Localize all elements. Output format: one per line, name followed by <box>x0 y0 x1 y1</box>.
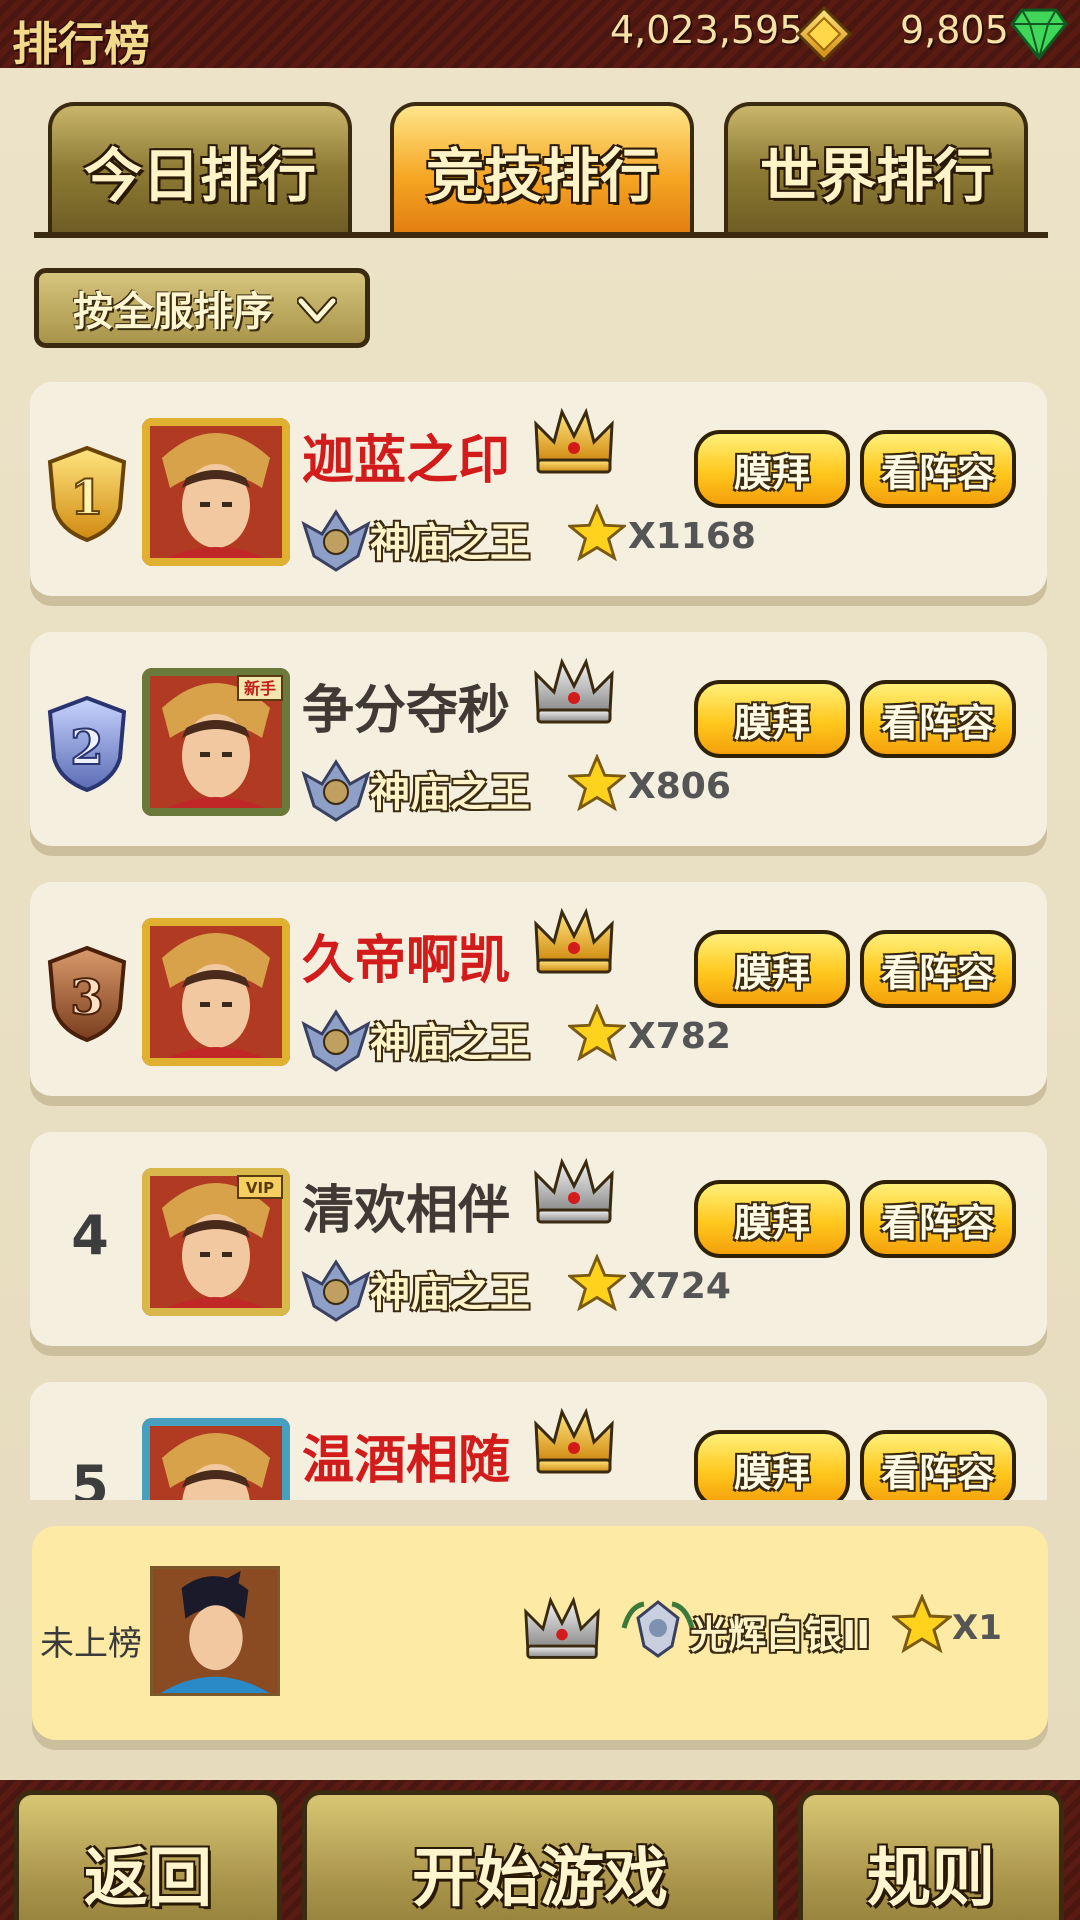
my-title: 光辉白银II <box>690 1613 871 1657</box>
title-emblem-icon <box>300 1006 372 1074</box>
ranking-list[interactable]: 1 迦蓝之印 神庙之王 X1168 膜拜 看阵容 2 新手 争分夺秒 神庙之王 <box>0 378 1080 1500</box>
my-star-count: X1 <box>952 1608 1002 1648</box>
worship-button[interactable]: 膜拜 <box>694 930 850 1008</box>
star-icon <box>568 1254 626 1312</box>
star-icon <box>892 1594 952 1654</box>
title-emblem-icon <box>300 506 372 574</box>
rank-3-badge-icon: 3 <box>47 945 127 1043</box>
title-emblem-icon <box>300 1256 372 1324</box>
my-rank-status: 未上榜 <box>40 1624 142 1664</box>
svg-text:新手: 新手 <box>244 679 276 698</box>
rank-1-badge-icon: 1 <box>47 445 127 543</box>
player-name: 久帝啊凯 <box>302 931 511 991</box>
rank-number: 5 <box>71 1454 109 1500</box>
view-lineup-button[interactable]: 看阵容 <box>860 680 1016 758</box>
star-icon <box>568 504 626 562</box>
my-avatar[interactable] <box>150 1566 280 1696</box>
star-icon <box>568 754 626 812</box>
ranking-row: 1 迦蓝之印 神庙之王 X1168 膜拜 看阵容 <box>30 382 1047 596</box>
tab-world-ranking[interactable]: 世界排行 <box>724 102 1028 236</box>
player-avatar[interactable]: VIP <box>142 1168 290 1316</box>
ranking-row: 2 新手 争分夺秒 神庙之王 X806 膜拜 看阵容 <box>30 632 1047 846</box>
svg-text:2: 2 <box>70 720 103 776</box>
gold-crown-icon <box>532 904 616 976</box>
chevron-down-icon <box>297 296 337 324</box>
player-avatar[interactable]: 新手 <box>142 668 290 816</box>
title-emblem-icon <box>300 756 372 824</box>
start-game-button[interactable]: 开始游戏 <box>302 1790 778 1920</box>
gold-amount: 4,023,595 <box>610 8 804 52</box>
worship-button[interactable]: 膜拜 <box>694 1180 850 1258</box>
svg-text:1: 1 <box>70 470 103 526</box>
star-icon <box>568 1004 626 1062</box>
worship-button[interactable]: 膜拜 <box>694 1430 850 1500</box>
player-name: 温酒相随 <box>302 1431 511 1491</box>
worship-button[interactable]: 膜拜 <box>694 430 850 508</box>
gold-diamond-icon <box>796 6 852 62</box>
player-avatar[interactable] <box>142 418 290 566</box>
rank-2-badge-icon: 2 <box>47 695 127 793</box>
star-count: X1168 <box>628 516 756 557</box>
player-name: 争分夺秒 <box>302 681 511 741</box>
green-gem-icon <box>1010 8 1068 60</box>
silver-crown-icon <box>532 1154 616 1226</box>
ranking-row: 3 久帝啊凯 神庙之王 X782 膜拜 看阵容 <box>30 882 1047 1096</box>
gold-crown-icon <box>532 404 616 476</box>
view-lineup-button[interactable]: 看阵容 <box>860 1430 1016 1500</box>
tab-today-ranking[interactable]: 今日排行 <box>48 102 352 236</box>
silver-crown-icon <box>532 654 616 726</box>
rules-button[interactable]: 规则 <box>798 1790 1064 1920</box>
star-count: X806 <box>628 766 731 807</box>
player-avatar[interactable] <box>142 918 290 1066</box>
worship-button[interactable]: 膜拜 <box>694 680 850 758</box>
gold-crown-icon <box>532 1404 616 1476</box>
server-sort-dropdown[interactable]: 按全服排序 <box>34 268 370 348</box>
view-lineup-button[interactable]: 看阵容 <box>860 1180 1016 1258</box>
svg-text:3: 3 <box>70 970 103 1026</box>
view-lineup-button[interactable]: 看阵容 <box>860 930 1016 1008</box>
star-count: X782 <box>628 1016 731 1057</box>
player-name: 迦蓝之印 <box>302 431 511 491</box>
ranking-row: 4 VIP 清欢相伴 神庙之王 X724 膜拜 看阵容 <box>30 1132 1047 1346</box>
player-title: 神庙之王 <box>370 520 530 566</box>
player-title: 神庙之王 <box>370 1020 530 1066</box>
gem-amount: 9,805 <box>900 8 1009 52</box>
tab-divider <box>34 232 1048 238</box>
rank-number: 4 <box>71 1204 109 1267</box>
ranking-row: 5 温酒相随 膜拜 看阵容 <box>30 1382 1047 1500</box>
page-title: 排行榜 <box>12 17 150 71</box>
tab-arena-ranking[interactable]: 竞技排行 <box>390 102 694 236</box>
player-title: 神庙之王 <box>370 770 530 816</box>
player-name: 清欢相伴 <box>302 1181 511 1241</box>
view-lineup-button[interactable]: 看阵容 <box>860 430 1016 508</box>
silver-crown-icon <box>522 1592 602 1662</box>
my-rank-panel: 未上榜 光辉白银II X1 <box>32 1526 1048 1740</box>
back-button[interactable]: 返回 <box>14 1790 282 1920</box>
player-title: 神庙之王 <box>370 1270 530 1316</box>
top-bar: 排行榜 4,023,595 9,805 <box>0 0 1080 71</box>
player-avatar[interactable] <box>142 1418 290 1500</box>
svg-text:VIP: VIP <box>246 1179 274 1197</box>
silver-rank-emblem-icon <box>621 1600 695 1658</box>
star-count: X724 <box>628 1266 731 1307</box>
dropdown-label: 按全服排序 <box>73 289 273 335</box>
